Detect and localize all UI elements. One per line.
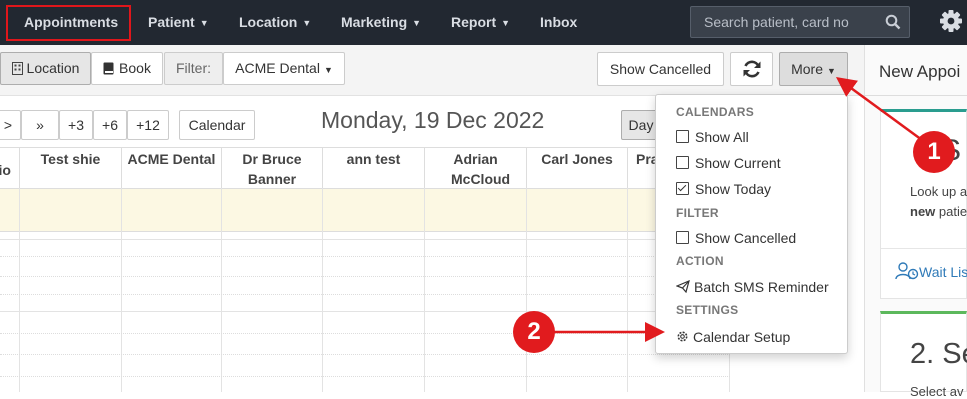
marker-number: 2 <box>527 318 541 345</box>
annotation-marker-2: 2 <box>513 311 555 353</box>
annotation-marker-1: 1 <box>913 131 955 173</box>
annotation-arrows <box>553 77 923 342</box>
marker-number: 1 <box>927 138 941 165</box>
